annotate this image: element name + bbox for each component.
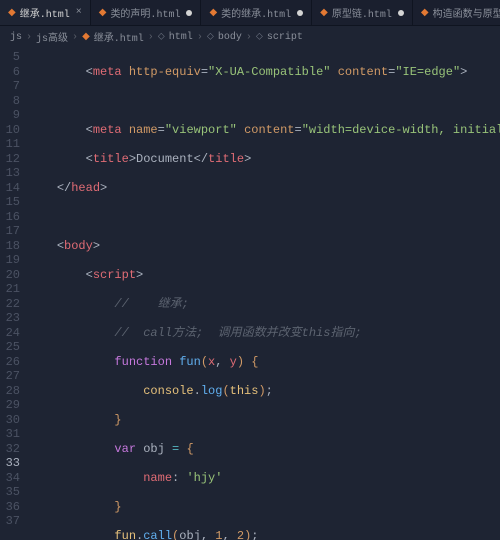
tab-constructor[interactable]: ◆ 构造函数与原型.html — [413, 0, 500, 25]
breadcrumb: js › js高级 › ◆ 继承.html › ⬦ html › ⬦ body … — [0, 26, 500, 48]
html-icon: ◆ — [209, 7, 217, 19]
line-gutter: 5678910111213141516171819202122232425262… — [0, 48, 28, 540]
chevron-right-icon: › — [197, 32, 203, 43]
close-icon[interactable]: × — [76, 7, 82, 18]
modified-icon — [297, 10, 303, 16]
breadcrumb-seg[interactable]: script — [267, 32, 303, 43]
tag-icon: ⬦ — [207, 31, 214, 43]
tab-inherit[interactable]: ◆ 继承.html × — [0, 0, 91, 25]
tab-label: 构造函数与原型.html — [433, 5, 500, 21]
breadcrumb-seg[interactable]: html — [169, 32, 193, 43]
html-icon: ◆ — [320, 7, 328, 19]
html-icon: ◆ — [82, 31, 90, 43]
breadcrumb-seg[interactable]: 继承.html — [94, 29, 144, 45]
html-icon: ◆ — [421, 7, 429, 19]
code-editor[interactable]: 5678910111213141516171819202122232425262… — [0, 48, 500, 540]
tab-label: 类的声明.html — [110, 5, 180, 21]
chevron-right-icon: › — [148, 32, 154, 43]
modified-icon — [398, 10, 404, 16]
breadcrumb-seg[interactable]: js高级 — [36, 29, 68, 45]
chevron-right-icon: › — [26, 32, 32, 43]
html-icon: ◆ — [8, 7, 16, 19]
modified-icon — [186, 10, 192, 16]
breadcrumb-seg[interactable]: body — [218, 32, 242, 43]
tab-label: 原型链.html — [332, 5, 392, 21]
tab-class-decl[interactable]: ◆ 类的声明.html — [91, 0, 202, 25]
html-icon: ◆ — [99, 7, 107, 19]
tab-proto-chain[interactable]: ◆ 原型链.html — [312, 0, 413, 25]
tab-class-inherit[interactable]: ◆ 类的继承.html — [201, 0, 312, 25]
breadcrumb-seg[interactable]: js — [10, 32, 22, 43]
chevron-right-icon: › — [246, 32, 252, 43]
chevron-right-icon: › — [72, 32, 78, 43]
tab-bar: ◆ 继承.html × ◆ 类的声明.html ◆ 类的继承.html ◆ 原型… — [0, 0, 500, 26]
tab-label: 继承.html — [20, 5, 70, 21]
code-content[interactable]: <meta http-equiv="X-UA-Compatible" conte… — [28, 48, 500, 540]
tag-icon: ⬦ — [158, 31, 165, 43]
tag-icon: ⬦ — [256, 31, 263, 43]
tab-label: 类的继承.html — [221, 5, 291, 21]
